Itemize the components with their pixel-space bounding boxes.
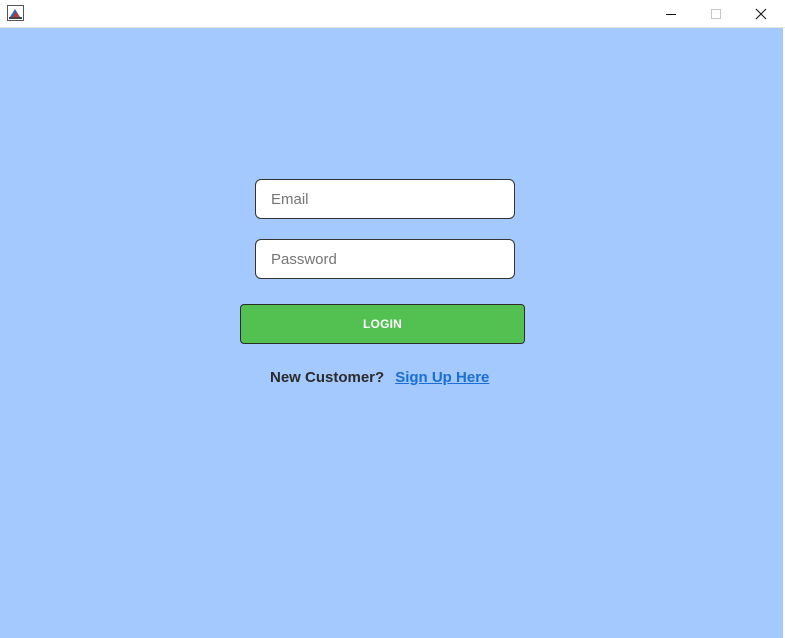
login-button[interactable]: LOGIN bbox=[240, 304, 525, 344]
signup-prompt: New Customer? Sign Up Here bbox=[270, 367, 489, 387]
email-field[interactable] bbox=[255, 179, 515, 219]
close-icon bbox=[755, 8, 766, 20]
maximize-button[interactable] bbox=[693, 0, 738, 28]
app-window: LOGIN New Customer? Sign Up Here bbox=[0, 0, 785, 638]
close-button[interactable] bbox=[738, 0, 783, 28]
minimize-button[interactable] bbox=[648, 0, 693, 28]
password-field[interactable] bbox=[255, 239, 515, 279]
minimize-icon bbox=[665, 14, 676, 15]
sign-up-link[interactable]: Sign Up Here bbox=[395, 369, 489, 386]
title-bar[interactable] bbox=[0, 0, 785, 28]
new-customer-label: New Customer? bbox=[270, 368, 385, 386]
maximize-icon bbox=[710, 9, 721, 19]
java-app-icon bbox=[7, 5, 24, 21]
